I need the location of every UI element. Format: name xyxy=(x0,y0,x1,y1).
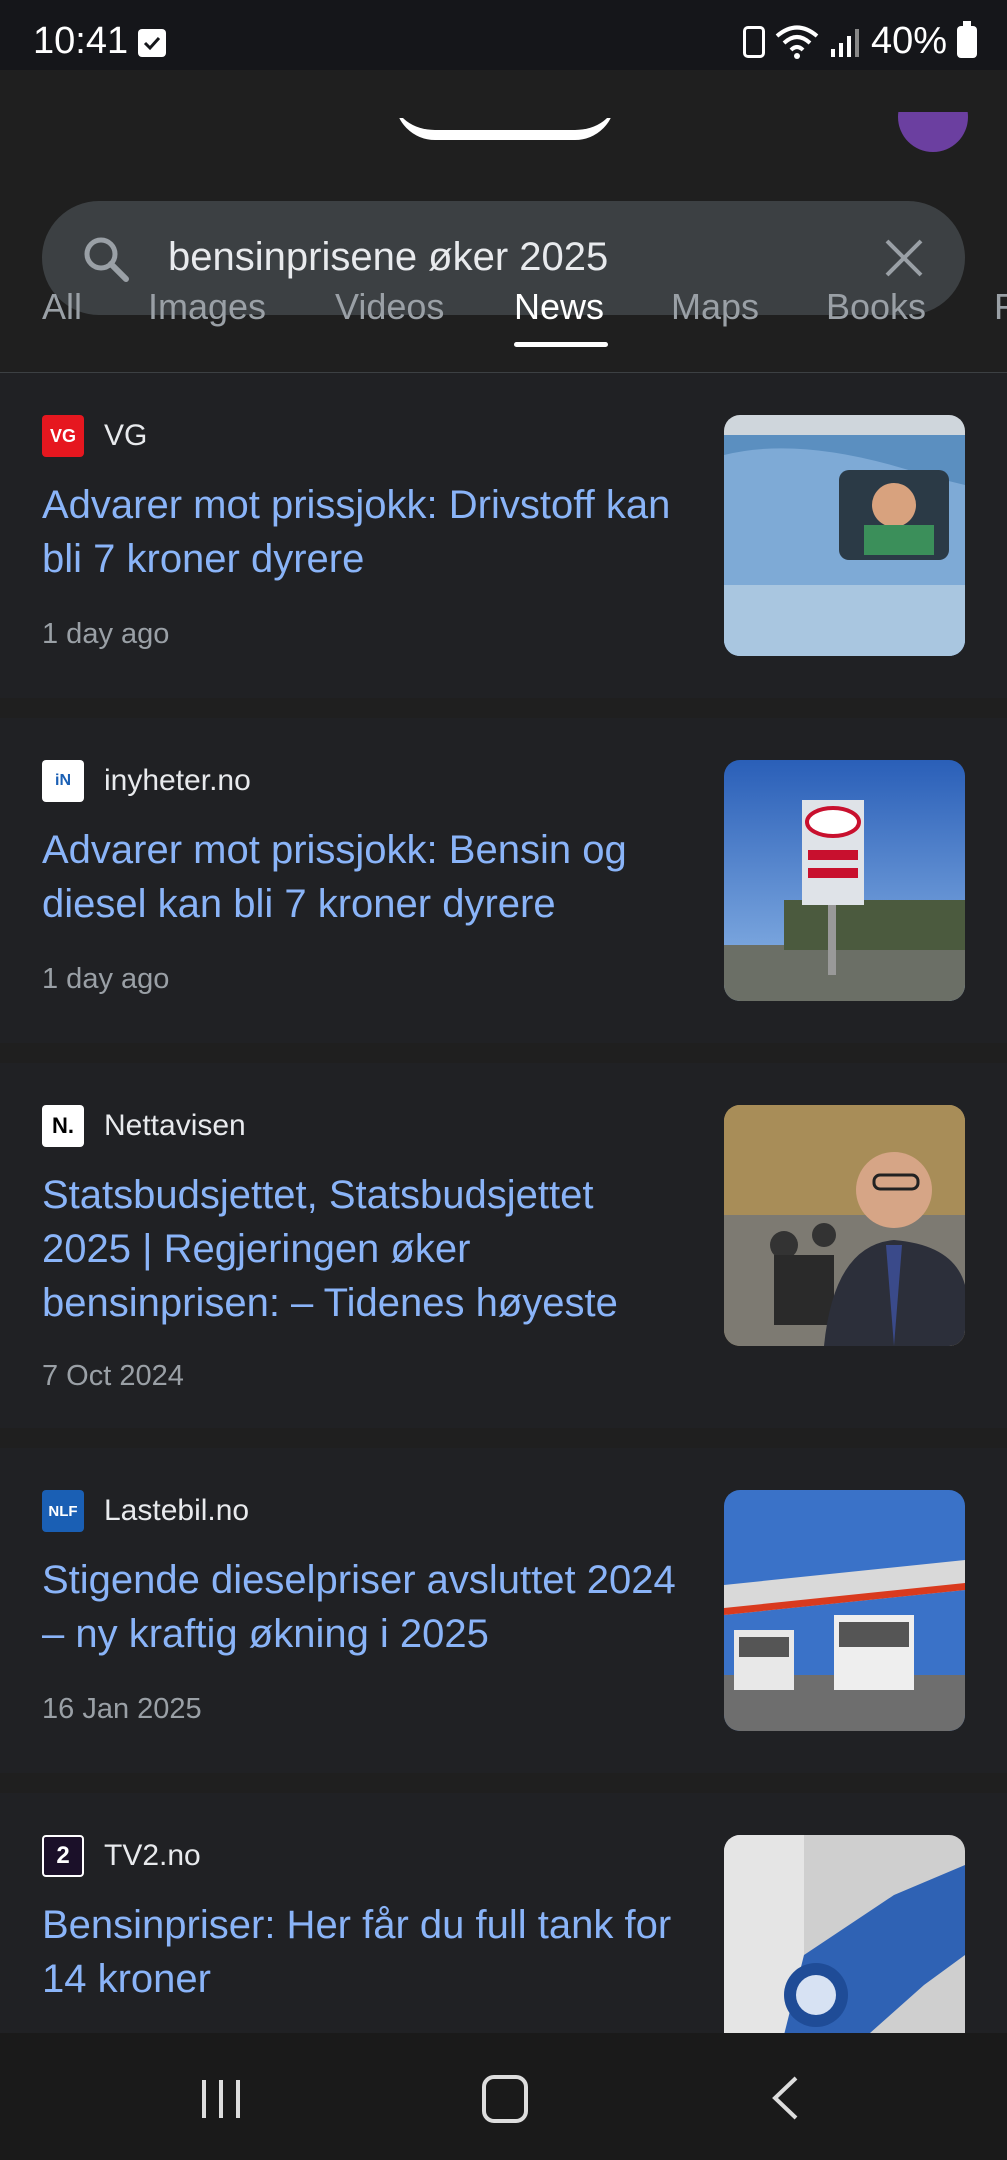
status-bar: 10:41 40% xyxy=(0,0,1007,70)
news-source: Nettavisen xyxy=(104,1109,246,1142)
news-headline[interactable]: Stigende dieselpriser avsluttet 2024 – n… xyxy=(42,1553,682,1661)
esso-sign-image xyxy=(724,760,965,1001)
tab-images[interactable]: Images xyxy=(148,286,266,328)
home-icon[interactable] xyxy=(482,2075,528,2123)
news-thumbnail[interactable] xyxy=(724,1490,965,1731)
news-card[interactable]: VG VG Advarer mot prissjokk: Drivstoff k… xyxy=(0,373,1007,698)
news-date: 7 Oct 2024 xyxy=(42,1360,184,1392)
battery-saver-icon xyxy=(742,25,765,58)
news-date: 1 day ago xyxy=(42,618,170,650)
system-navigation-bar xyxy=(0,2033,1007,2160)
news-source: Lastebil.no xyxy=(104,1494,250,1527)
news-card[interactable]: iN inyheter.no Advarer mot prissjokk: Be… xyxy=(0,718,1007,1043)
nettavisen-favicon-icon: N. xyxy=(42,1105,84,1147)
news-headline[interactable]: Bensinpriser: Her får du full tank for 1… xyxy=(42,1898,682,2006)
search-icon[interactable] xyxy=(80,233,132,285)
battery-percent: 40% xyxy=(870,20,947,62)
lastebil-favicon-icon: NLF xyxy=(42,1490,84,1532)
inyheter-favicon-icon: iN xyxy=(42,760,84,802)
active-tab-indicator xyxy=(514,342,608,347)
news-thumbnail[interactable] xyxy=(724,1105,965,1346)
news-card[interactable]: N. Nettavisen Statsbudsjettet, Statsbuds… xyxy=(0,1063,1007,1428)
search-tabs: All Images Videos News Maps Books F xyxy=(0,280,1007,373)
wifi-icon xyxy=(775,25,819,59)
avatar[interactable] xyxy=(898,112,968,152)
tab-books[interactable]: Books xyxy=(826,286,926,328)
signal-icon xyxy=(830,28,859,57)
fuel-nozzle-image xyxy=(724,1835,965,2053)
notification-check-icon xyxy=(138,29,166,57)
news-card[interactable]: 2 TV2.no Bensinpriser: Her får du full t… xyxy=(0,1793,1007,2053)
back-icon[interactable] xyxy=(770,2075,800,2121)
news-source: inyheter.no xyxy=(104,764,251,797)
search-query[interactable]: bensinprisene øker 2025 xyxy=(168,235,608,280)
news-date: 1 day ago xyxy=(42,963,170,995)
news-headline[interactable]: Advarer mot prissjokk: Bensin og diesel … xyxy=(42,823,682,931)
news-source: TV2.no xyxy=(104,1839,201,1872)
tv2-favicon-icon: 2 xyxy=(42,1835,84,1877)
man-in-hall-image xyxy=(724,1105,965,1346)
news-thumbnail[interactable] xyxy=(724,1835,965,2053)
close-icon[interactable] xyxy=(881,235,927,281)
google-logo[interactable] xyxy=(395,118,615,140)
tab-videos[interactable]: Videos xyxy=(335,286,444,328)
status-time: 10:41 xyxy=(33,20,129,62)
tab-maps[interactable]: Maps xyxy=(671,286,759,328)
news-headline[interactable]: Statsbudsjettet, Statsbudsjettet 2025 | … xyxy=(42,1168,682,1330)
recent-apps-icon[interactable] xyxy=(200,2078,242,2120)
news-thumbnail[interactable] xyxy=(724,415,965,656)
news-thumbnail[interactable] xyxy=(724,760,965,1001)
news-date: 16 Jan 2025 xyxy=(42,1693,202,1725)
tab-news[interactable]: News xyxy=(514,286,604,328)
battery-icon xyxy=(957,20,977,58)
tab-all[interactable]: All xyxy=(42,286,82,328)
news-results: VG VG Advarer mot prissjokk: Drivstoff k… xyxy=(0,373,1007,2073)
man-in-car-image xyxy=(724,415,965,656)
tab-more[interactable]: F xyxy=(994,286,1007,328)
vg-favicon-icon: VG xyxy=(42,415,84,457)
news-source: VG xyxy=(104,419,148,452)
news-card[interactable]: NLF Lastebil.no Stigende dieselpriser av… xyxy=(0,1448,1007,1773)
news-headline[interactable]: Advarer mot prissjokk: Drivstoff kan bli… xyxy=(42,478,682,586)
trucks-at-station-image xyxy=(724,1490,965,1731)
